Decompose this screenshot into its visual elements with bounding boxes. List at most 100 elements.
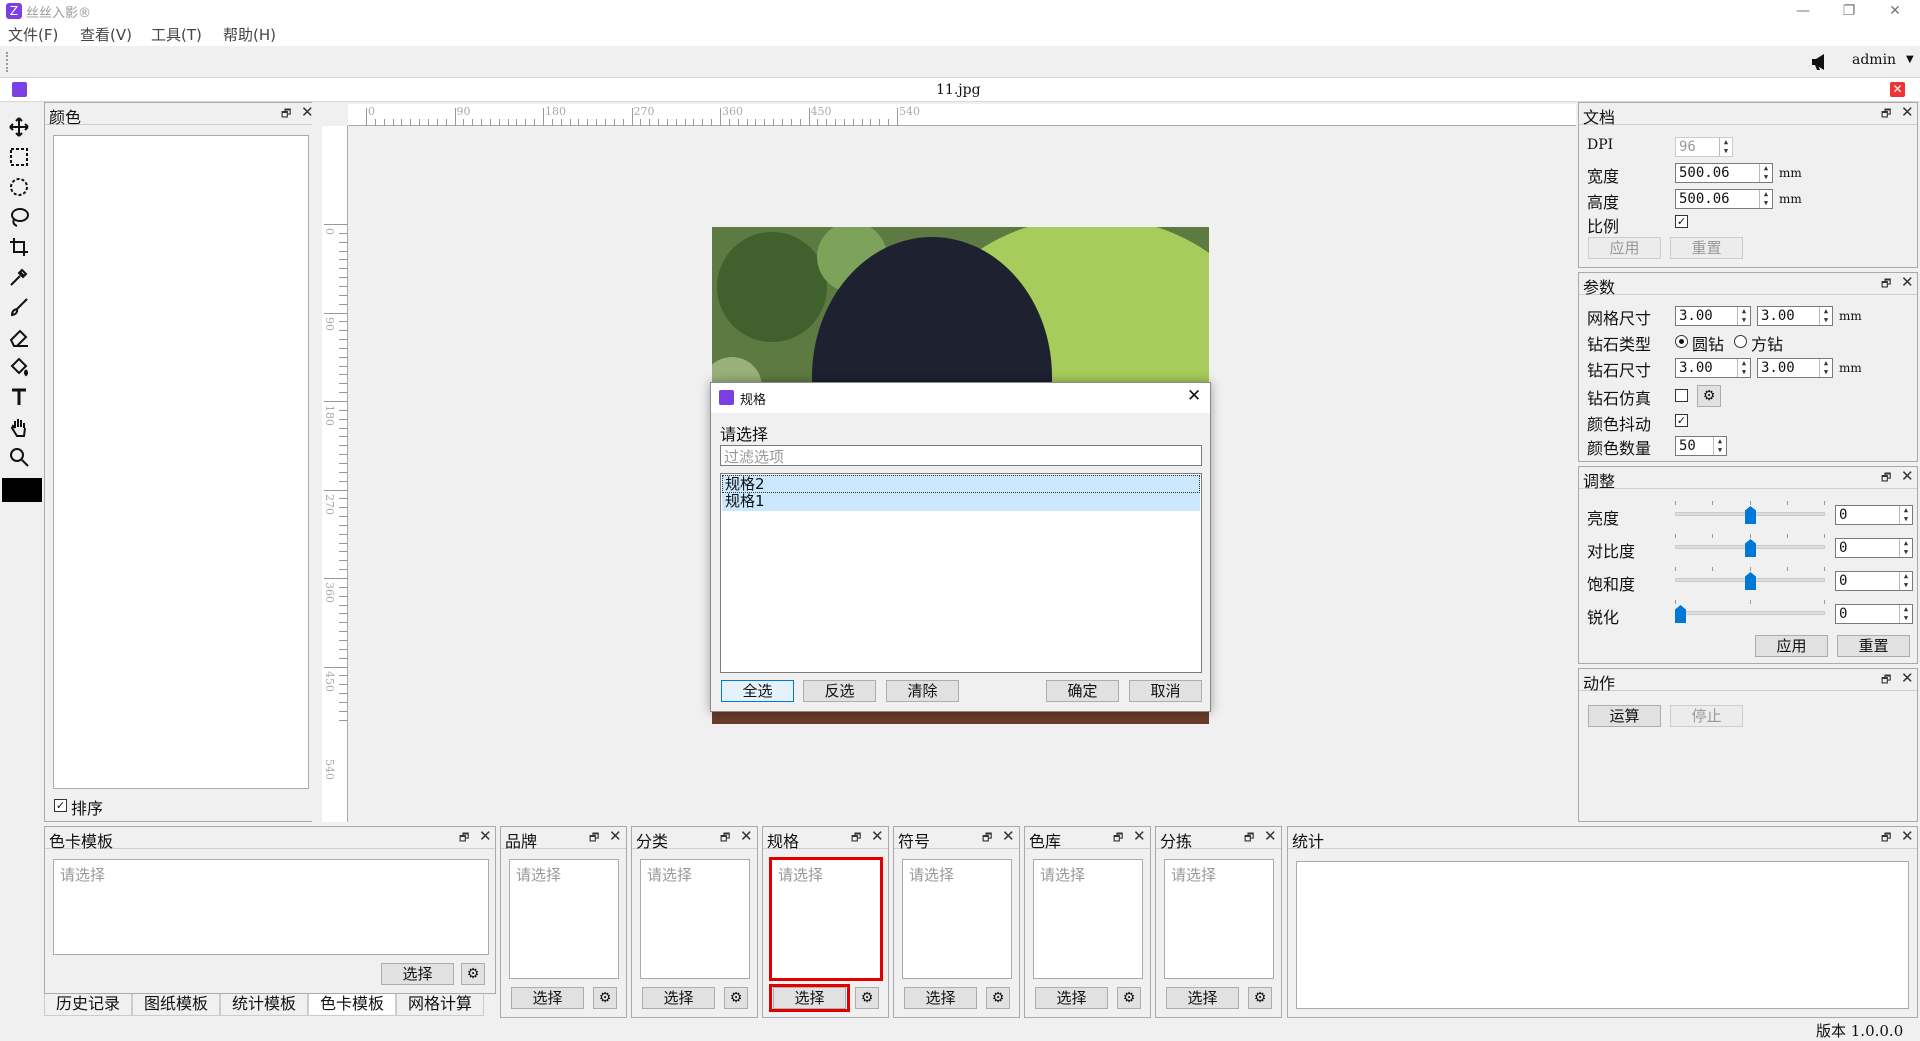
close-window-icon[interactable]: ✕ [1872, 0, 1918, 22]
grid-height-stepper[interactable]: 3.00 ▲ ▼ [1757, 306, 1833, 326]
float-icon[interactable]: 🗗 [1881, 829, 1891, 848]
slider-thumb[interactable] [1675, 605, 1686, 623]
slider-thumb[interactable] [1745, 539, 1756, 557]
filter-input[interactable]: 过滤选项 [720, 445, 1202, 466]
stepper-arrows-icon[interactable]: ▲ ▼ [1819, 307, 1832, 325]
brand-list[interactable]: 请选择 [509, 859, 619, 979]
color-list[interactable] [53, 135, 309, 789]
adjust-apply-button[interactable]: 应用 [1755, 635, 1828, 657]
minimize-icon[interactable]: — [1780, 0, 1826, 22]
saturation-stepper[interactable]: 0 ▲ ▼ [1835, 571, 1913, 591]
gear-icon[interactable]: ⚙ [593, 987, 617, 1009]
category-list[interactable]: 请选择 [640, 859, 750, 979]
clear-button[interactable]: 清除 [886, 680, 959, 702]
width-stepper[interactable]: 500.06 ▲ ▼ [1675, 163, 1773, 183]
contrast-slider[interactable] [1675, 534, 1825, 558]
close-icon[interactable]: ✕ [871, 827, 884, 845]
stepper-arrows-icon[interactable]: ▲ ▼ [1759, 190, 1772, 208]
float-icon[interactable]: 🗗 [1881, 275, 1891, 294]
zoom-icon[interactable] [8, 446, 34, 472]
round-diamond-radio[interactable] [1675, 335, 1688, 348]
doc-apply-button[interactable]: 应用 [1588, 237, 1661, 259]
close-icon[interactable]: ✕ [1133, 827, 1146, 845]
dialog-title-bar[interactable]: 规格 ✕ [711, 383, 1210, 413]
gear-icon[interactable]: ⚙ [1697, 385, 1721, 407]
rect-select-icon[interactable] [8, 146, 34, 172]
tab-card-template[interactable]: 色卡模板 [308, 994, 396, 1016]
sharpen-slider[interactable] [1675, 600, 1825, 624]
float-icon[interactable]: 🗗 [459, 829, 469, 848]
gear-icon[interactable]: ⚙ [1117, 987, 1141, 1009]
sort-checkbox[interactable]: ✓ [54, 799, 67, 812]
float-icon[interactable]: 🗗 [1881, 105, 1891, 124]
brightness-stepper[interactable]: 0 ▲ ▼ [1835, 505, 1913, 525]
lasso-icon[interactable] [8, 206, 34, 232]
gear-icon[interactable]: ⚙ [855, 987, 879, 1009]
tab-stats-template[interactable]: 统计模板 [220, 994, 308, 1016]
foreground-color-swatch[interactable] [2, 478, 42, 502]
color-dither-checkbox[interactable]: ✓ [1675, 414, 1688, 427]
close-document-icon[interactable]: ✕ [1890, 82, 1905, 97]
sorting-select-button[interactable]: 选择 [1166, 987, 1239, 1009]
gear-icon[interactable]: ⚙ [986, 987, 1010, 1009]
float-icon[interactable]: 🗗 [982, 829, 992, 848]
float-icon[interactable]: 🗗 [281, 105, 291, 124]
crop-icon[interactable] [8, 236, 34, 262]
float-icon[interactable]: 🗗 [1113, 829, 1123, 848]
height-stepper[interactable]: 500.06 ▲ ▼ [1675, 189, 1773, 209]
stepper-arrows-icon[interactable]: ▲ ▼ [1899, 506, 1912, 524]
stepper-arrows-icon[interactable]: ▲ ▼ [1737, 359, 1750, 377]
select-all-button[interactable]: 全选 [721, 680, 794, 702]
card-template-select-button[interactable]: 选择 [381, 963, 454, 985]
stepper-arrows-icon[interactable]: ▲ ▼ [1759, 164, 1772, 182]
library-list[interactable]: 请选择 [1033, 859, 1143, 979]
stepper-arrows-icon[interactable]: ▲ ▼ [1713, 437, 1726, 455]
close-icon[interactable]: ✕ [1264, 827, 1277, 845]
library-select-button[interactable]: 选择 [1035, 987, 1108, 1009]
gear-icon[interactable]: ⚙ [461, 963, 485, 985]
stats-area[interactable] [1296, 861, 1909, 1009]
brand-select-button[interactable]: 选择 [511, 987, 584, 1009]
saturation-slider[interactable] [1675, 567, 1825, 591]
float-icon[interactable]: 🗗 [851, 829, 861, 848]
contrast-stepper[interactable]: 0 ▲ ▼ [1835, 538, 1913, 558]
stepper-arrows-icon[interactable]: ▲ ▼ [1899, 572, 1912, 590]
sorting-list[interactable]: 请选择 [1164, 859, 1274, 979]
close-icon[interactable]: ✕ [740, 827, 753, 845]
close-icon[interactable]: ✕ [479, 827, 492, 845]
stepper-arrows-icon[interactable]: ▲ ▼ [1737, 307, 1750, 325]
menu-help[interactable]: 帮助(H) [223, 24, 276, 45]
invert-button[interactable]: 反选 [803, 680, 876, 702]
restore-icon[interactable]: ❐ [1826, 0, 1872, 22]
brush-icon[interactable] [8, 296, 34, 322]
move-tool-icon[interactable] [8, 116, 34, 142]
ratio-checkbox[interactable]: ✓ [1675, 215, 1688, 228]
stepper-arrows-icon[interactable]: ▲ ▼ [1899, 605, 1912, 623]
text-tool-icon[interactable] [8, 386, 34, 412]
square-diamond-radio[interactable] [1734, 335, 1747, 348]
symbol-select-button[interactable]: 选择 [904, 987, 977, 1009]
doc-reset-button[interactable]: 重置 [1670, 237, 1743, 259]
close-icon[interactable]: ✕ [609, 827, 622, 845]
user-menu[interactable]: admin [1852, 52, 1896, 68]
gear-icon[interactable]: ⚙ [1248, 987, 1272, 1009]
close-icon[interactable]: ✕ [1002, 827, 1015, 845]
brightness-slider[interactable] [1675, 501, 1825, 525]
close-icon[interactable]: ✕ [1901, 273, 1914, 291]
spec-option-list[interactable]: 规格2 规格1 [720, 473, 1202, 673]
chevron-down-icon[interactable]: ▼ [1906, 54, 1914, 65]
list-item[interactable]: 规格1 [722, 493, 1200, 511]
menu-tools[interactable]: 工具(T) [151, 24, 202, 45]
slider-thumb[interactable] [1745, 506, 1756, 524]
menu-file[interactable]: 文件(F) [8, 24, 58, 45]
eyedropper-icon[interactable] [8, 266, 34, 292]
list-item[interactable]: 规格2 [722, 475, 1200, 493]
hand-tool-icon[interactable] [8, 416, 34, 442]
ok-button[interactable]: 确定 [1046, 680, 1119, 702]
cancel-button[interactable]: 取消 [1129, 680, 1202, 702]
close-icon[interactable]: ✕ [1901, 103, 1914, 121]
fill-bucket-icon[interactable] [8, 356, 34, 382]
run-button[interactable]: 运算 [1588, 705, 1661, 727]
menu-view[interactable]: 查看(V) [80, 24, 132, 45]
color-count-stepper[interactable]: 50 ▲ ▼ [1675, 436, 1727, 456]
